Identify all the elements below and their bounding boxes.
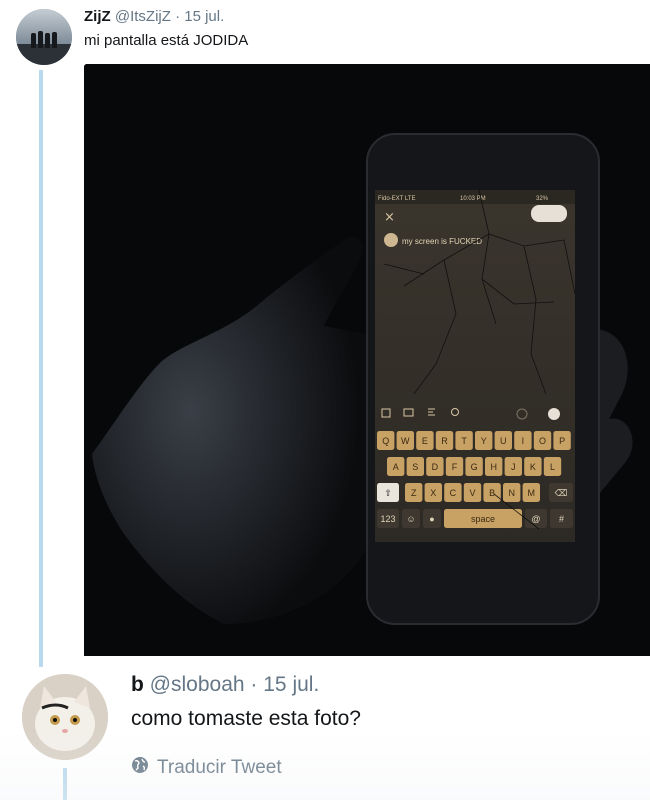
reply-author-name[interactable]: b bbox=[131, 673, 144, 696]
close-icon: × bbox=[384, 210, 395, 225]
key-w-label: W bbox=[401, 436, 410, 446]
key-m-label: M bbox=[528, 488, 536, 498]
status-carrier: Fido-EXT LTE bbox=[378, 196, 415, 202]
globe-icon bbox=[131, 756, 149, 780]
key-c-label: C bbox=[450, 488, 457, 498]
reply-header: b @sloboah · 15 jul. bbox=[131, 673, 319, 697]
key-x-label: X bbox=[430, 488, 436, 498]
key-t-label: T bbox=[461, 436, 467, 446]
key-r-label: R bbox=[441, 436, 448, 446]
key-z-label: Z bbox=[411, 488, 417, 498]
meta-separator: · bbox=[175, 8, 181, 25]
key-l-label: L bbox=[550, 462, 555, 472]
thread-line-bottom bbox=[63, 768, 67, 800]
author-name[interactable]: ZijZ bbox=[84, 8, 111, 25]
key-i-label: I bbox=[522, 436, 525, 446]
key-o-label: O bbox=[539, 436, 546, 446]
key-hash-label: # bbox=[559, 514, 564, 524]
mic-icon-label: ● bbox=[429, 514, 434, 524]
key-e-label: E bbox=[422, 436, 428, 446]
author-handle[interactable]: @ItsZijZ bbox=[115, 8, 171, 25]
key-at-label: @ bbox=[531, 514, 540, 524]
tweet-date[interactable]: 15 jul. bbox=[184, 8, 224, 25]
reply-date[interactable]: 15 jul. bbox=[263, 673, 319, 696]
key-y-label: Y bbox=[481, 436, 487, 446]
key-s-label: S bbox=[412, 462, 418, 472]
tweet-header: ZijZ @ItsZijZ · 15 jul. bbox=[84, 8, 224, 25]
status-battery: 32% bbox=[536, 196, 549, 202]
key-v-label: V bbox=[469, 488, 475, 498]
backspace-icon-label: ⌫ bbox=[555, 488, 568, 498]
avatar-sloboah[interactable] bbox=[22, 674, 108, 760]
key-n-label: N bbox=[508, 488, 515, 498]
key-123-label: 123 bbox=[380, 514, 395, 524]
emoji-icon-label: ☺ bbox=[406, 514, 415, 524]
key-g-label: G bbox=[471, 462, 478, 472]
key-k-label: K bbox=[530, 462, 536, 472]
key-h-label: H bbox=[490, 462, 497, 472]
tweet-text: mi pantalla está JODIDA bbox=[84, 32, 249, 49]
reply-author-handle[interactable]: @sloboah bbox=[150, 673, 245, 696]
tweet-button-shape bbox=[531, 205, 567, 222]
thread-line-top bbox=[39, 70, 43, 667]
key-p-label: P bbox=[559, 436, 565, 446]
key-j-label: J bbox=[511, 462, 516, 472]
key-a-label: A bbox=[393, 462, 399, 472]
avatar-zijz[interactable] bbox=[16, 9, 72, 65]
shift-icon-label: ⇧ bbox=[384, 488, 392, 498]
key-d-label: D bbox=[432, 462, 439, 472]
key-q-label: Q bbox=[382, 436, 389, 446]
key-f-label: F bbox=[452, 462, 458, 472]
key-u-label: U bbox=[500, 436, 507, 446]
key-space-label: space bbox=[471, 514, 495, 524]
translate-tweet-link[interactable]: Traducir Tweet bbox=[131, 756, 282, 780]
tweet-photo[interactable]: Fido-EXT LTE 10:03 PM 32% × my screen is… bbox=[84, 64, 650, 656]
key-b-label: B bbox=[489, 488, 495, 498]
reply-meta-separator: · bbox=[250, 673, 258, 696]
translate-label: Traducir Tweet bbox=[157, 757, 282, 778]
reply-text: como tomaste esta foto? bbox=[131, 707, 361, 730]
